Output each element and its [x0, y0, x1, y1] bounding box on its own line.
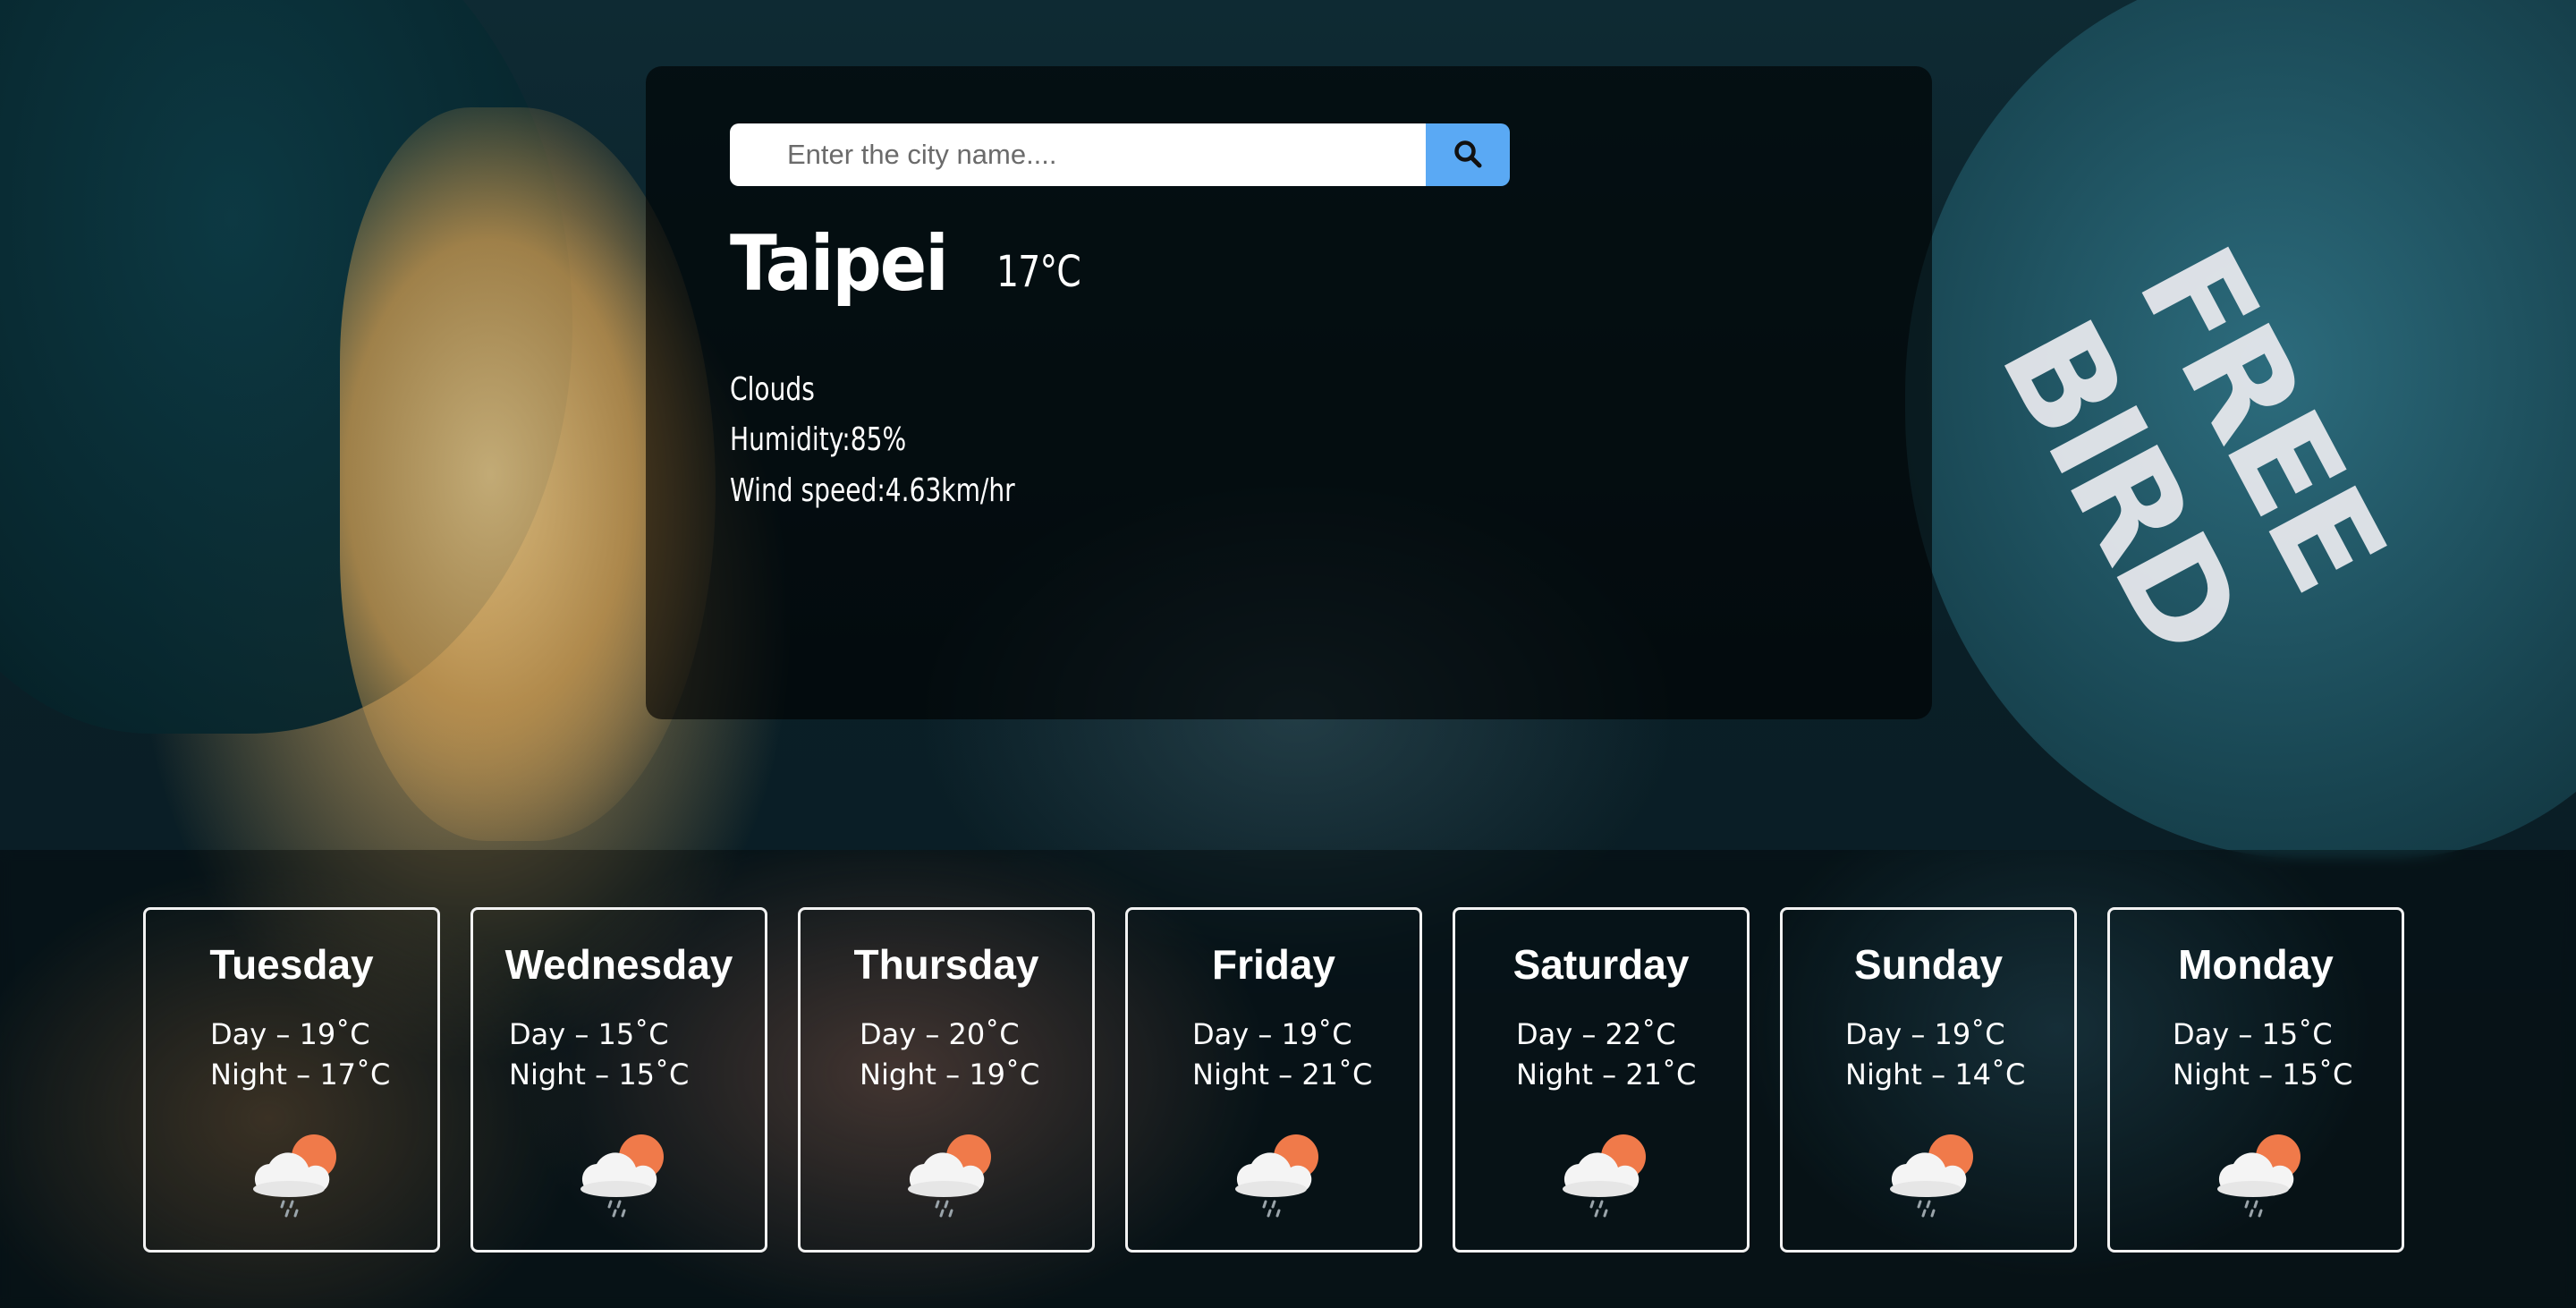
forecast-day-name: Saturday	[1513, 941, 1690, 988]
forecast-day-temp: Day – 19˚C	[1845, 1017, 2005, 1051]
forecast-night-temp: Night – 15˚C	[2173, 1057, 2353, 1091]
forecast-card: Wednesday Day – 15˚C Night – 15˚C	[470, 907, 767, 1253]
forecast-day-name: Wednesday	[504, 941, 733, 988]
search-icon	[1453, 139, 1483, 172]
forecast-day-temp: Day – 19˚C	[1192, 1017, 1352, 1051]
humidity: Humidity:85%	[730, 421, 907, 458]
forecast-day-name: Tuesday	[209, 941, 374, 988]
forecast-day-temp: Day – 15˚C	[509, 1017, 669, 1051]
forecast-night-temp: Night – 15˚C	[509, 1057, 690, 1091]
weather-description: Clouds	[730, 371, 815, 408]
forecast-day-name: Sunday	[1853, 941, 2004, 988]
search-bar	[730, 123, 1510, 186]
cloud-sun-rain-icon	[1224, 1126, 1328, 1225]
forecast-night-temp: Night – 21˚C	[1516, 1057, 1697, 1091]
forecast-night-temp: Night – 14˚C	[1845, 1057, 2026, 1091]
search-button[interactable]	[1426, 123, 1510, 186]
forecast-day-temp: Day – 22˚C	[1516, 1017, 1676, 1051]
forecast-card: Friday Day – 19˚C Night – 21˚C	[1125, 907, 1422, 1253]
forecast-card: Monday Day – 15˚C Night – 15˚C	[2107, 907, 2404, 1253]
forecast-card: Tuesday Day – 19˚C Night – 17˚C	[143, 907, 440, 1253]
forecast-temps: Day – 19˚C Night – 17˚C	[210, 1015, 390, 1095]
forecast-card: Thursday Day – 20˚C Night – 19˚C	[798, 907, 1095, 1253]
forecast-night-temp: Night – 19˚C	[860, 1057, 1040, 1091]
cloud-sun-rain-icon	[1552, 1126, 1656, 1225]
current-weather-panel: Taipei 17°C Clouds Humidity:85% Wind spe…	[646, 66, 1932, 719]
forecast-day-temp: Day – 15˚C	[2173, 1017, 2333, 1051]
city-name: Taipei	[730, 219, 949, 309]
cloud-sun-rain-icon	[2207, 1126, 2310, 1225]
current-temperature: 17°C	[996, 247, 1081, 297]
forecast-temps: Day – 20˚C Night – 19˚C	[860, 1015, 1039, 1095]
forecast-temps: Day – 22˚C Night – 21˚C	[1516, 1015, 1696, 1095]
forecast-card: Saturday Day – 22˚C Night – 21˚C	[1453, 907, 1750, 1253]
cloud-sun-rain-icon	[242, 1126, 346, 1225]
forecast-night-temp: Night – 17˚C	[210, 1057, 391, 1091]
forecast-night-temp: Night – 21˚C	[1192, 1057, 1373, 1091]
forecast-cards: Tuesday Day – 19˚C Night – 17˚C Wednesda…	[143, 907, 2404, 1253]
city-search-input[interactable]	[730, 123, 1426, 186]
forecast-day-temp: Day – 19˚C	[210, 1017, 370, 1051]
forecast-day-name: Monday	[2178, 941, 2334, 988]
cloud-sun-rain-icon	[1879, 1126, 1983, 1225]
forecast-day-name: Friday	[1211, 941, 1336, 988]
forecast-temps: Day – 19˚C Night – 14˚C	[1845, 1015, 2025, 1095]
forecast-temps: Day – 15˚C Night – 15˚C	[2173, 1015, 2352, 1095]
forecast-day-temp: Day – 20˚C	[860, 1017, 1020, 1051]
forecast-temps: Day – 19˚C Night – 21˚C	[1192, 1015, 1372, 1095]
cloud-sun-rain-icon	[570, 1126, 674, 1225]
wind-speed: Wind speed:4.63km/hr	[730, 472, 1015, 509]
forecast-card: Sunday Day – 19˚C Night – 14˚C	[1780, 907, 2077, 1253]
forecast-day-name: Thursday	[853, 941, 1039, 988]
cloud-sun-rain-icon	[897, 1126, 1001, 1225]
forecast-temps: Day – 15˚C Night – 15˚C	[509, 1015, 689, 1095]
forecast-section: Tuesday Day – 19˚C Night – 17˚C Wednesda…	[0, 850, 2576, 1308]
